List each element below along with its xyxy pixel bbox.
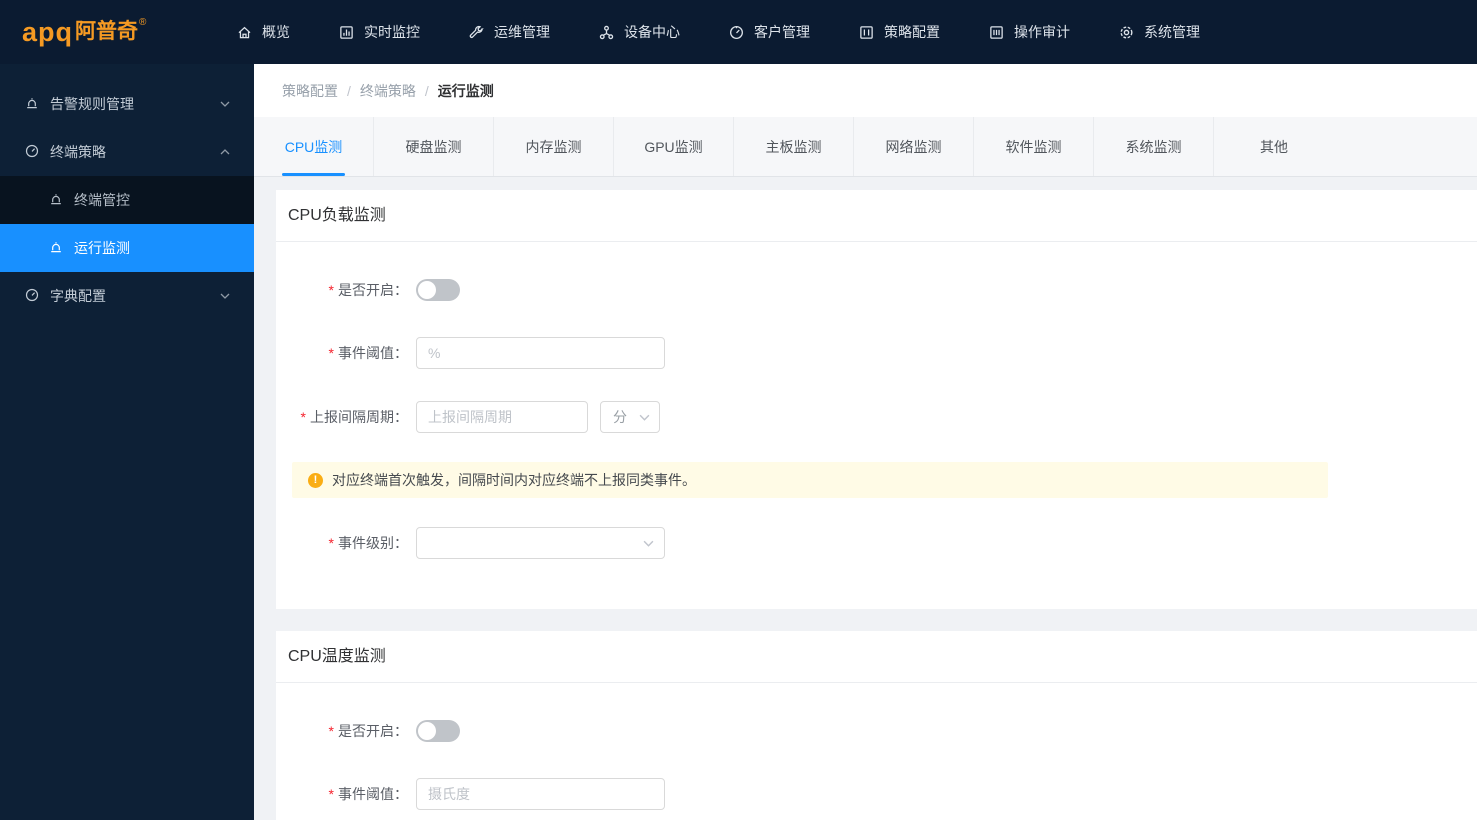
threshold-label: * 事件阈值： <box>328 345 408 361</box>
gauge-icon <box>24 143 40 162</box>
required-mark: * <box>328 535 334 551</box>
tab-system[interactable]: 系统监测 <box>1094 117 1214 176</box>
sidebar-subitem-terminal-control[interactable]: 终端管控 <box>0 176 254 224</box>
gear-icon <box>1118 24 1135 41</box>
chevron-up-icon <box>220 149 230 155</box>
alarm-icon <box>48 191 64 210</box>
breadcrumb-link-terminal-policy[interactable]: 终端策略 <box>360 81 416 101</box>
tab-disk[interactable]: 硬盘监测 <box>374 117 494 176</box>
cpu-temp-monitor-card: CPU温度监测 * 是否开启： * 事件阈值： <box>276 631 1477 820</box>
switch-knob <box>418 722 436 740</box>
sidebar-item-label: 终端策略 <box>50 144 106 160</box>
sitemap-icon <box>598 24 615 41</box>
nav-label: 运维管理 <box>494 24 550 40</box>
wrench-icon <box>468 24 485 41</box>
nav-label: 实时监控 <box>364 24 420 40</box>
realtime-monitor-icon <box>338 24 355 41</box>
breadcrumb-separator: / <box>424 82 429 99</box>
tab-memory[interactable]: 内存监测 <box>494 117 614 176</box>
nav-label: 系统管理 <box>1144 24 1200 40</box>
sidebar-submenu: 终端管控 运行监测 <box>0 176 254 272</box>
registered-mark: ® <box>139 17 147 28</box>
nav-realtime-monitor[interactable]: 实时监控 <box>314 0 444 64</box>
cpu-load-monitor-card: CPU负载监测 *是否开启： *事件阈值： *上报间隔周期： 分 <box>276 190 1477 609</box>
nav-ops-management[interactable]: 运维管理 <box>444 0 574 64</box>
threshold-label: * 事件阈值： <box>328 786 408 802</box>
alert-text: 对应终端首次触发，间隔时间内对应终端不上报同类事件。 <box>332 472 696 488</box>
required-mark: * <box>328 786 334 802</box>
gauge-icon <box>24 287 40 306</box>
enable-label: * 是否开启： <box>328 723 408 739</box>
section-title: CPU温度监测 <box>276 631 1477 683</box>
sidebar-subitem-runtime-monitor[interactable]: 运行监测 <box>0 224 254 272</box>
tab-mainboard[interactable]: 主板监测 <box>734 117 854 176</box>
top-menu: 概览 实时监控 运维管理 设备中心 客户管理 策略配置 操作审计 系统管理 <box>212 0 1224 64</box>
tab-software[interactable]: 软件监测 <box>974 117 1094 176</box>
sidebar: 告警规则管理 终端策略 终端管控 运行监测 字典配置 <box>0 64 254 820</box>
enable-label: * 是否开启： <box>328 282 408 298</box>
sidebar-item-label: 字典配置 <box>50 288 106 304</box>
cpu-load-enable-switch[interactable] <box>416 279 460 301</box>
main-content: 策略配置 / 终端策略 / 运行监测 CPU监测 硬盘监测 内存监测 GPU监测… <box>254 0 1477 820</box>
required-mark: * <box>328 345 334 361</box>
switch-knob <box>418 281 436 299</box>
cpu-load-interval-input[interactable] <box>416 401 588 433</box>
nav-label: 设备中心 <box>624 24 680 40</box>
chevron-down-icon <box>220 293 230 299</box>
nav-policy-config[interactable]: 策略配置 <box>834 0 964 64</box>
sidebar-item-dict-config[interactable]: 字典配置 <box>0 272 254 320</box>
brand-logo-text: apq <box>22 17 74 47</box>
tab-network[interactable]: 网络监测 <box>854 117 974 176</box>
required-mark: * <box>328 723 334 739</box>
first-trigger-alert: ! 对应终端首次触发，间隔时间内对应终端不上报同类事件。 <box>292 462 1328 498</box>
sidebar-subitem-label: 运行监测 <box>74 240 130 256</box>
interval-label: * 上报间隔周期： <box>300 409 408 425</box>
required-mark: * <box>328 282 334 298</box>
cpu-load-threshold-input[interactable] <box>416 337 665 369</box>
brand-logo-cn: 阿普奇 <box>75 20 139 43</box>
breadcrumb-link-policy-config[interactable]: 策略配置 <box>282 81 338 101</box>
warning-info-icon: ! <box>308 472 323 488</box>
sidebar-item-alarm-rules[interactable]: 告警规则管理 <box>0 80 254 128</box>
nav-label: 客户管理 <box>754 24 810 40</box>
cpu-load-event-level-select[interactable] <box>416 527 665 559</box>
chevron-down-icon <box>643 540 654 547</box>
tab-other[interactable]: 其他 <box>1214 117 1334 176</box>
nav-label: 操作审计 <box>1014 24 1070 40</box>
sidebar-item-label: 告警规则管理 <box>50 96 134 112</box>
tab-cpu[interactable]: CPU监测 <box>254 117 374 176</box>
nav-label: 策略配置 <box>884 24 940 40</box>
breadcrumb-current: 运行监测 <box>437 82 494 99</box>
gauge-icon <box>728 24 745 41</box>
brand-logo: apq 阿普奇 ® <box>0 17 212 47</box>
audit-grid-icon <box>988 24 1005 41</box>
monitor-tabs: CPU监测 硬盘监测 内存监测 GPU监测 主板监测 网络监测 软件监测 系统监… <box>254 117 1477 177</box>
breadcrumb: 策略配置 / 终端策略 / 运行监测 <box>254 64 1477 117</box>
nav-system-management[interactable]: 系统管理 <box>1094 0 1224 64</box>
nav-operation-audit[interactable]: 操作审计 <box>964 0 1094 64</box>
home-icon <box>236 24 253 41</box>
policy-grid-icon <box>858 24 875 41</box>
nav-label: 概览 <box>262 24 290 40</box>
nav-overview[interactable]: 概览 <box>212 0 314 64</box>
alarm-icon <box>24 95 40 114</box>
event-level-label: * 事件级别： <box>328 535 408 551</box>
sidebar-subitem-label: 终端管控 <box>74 192 130 208</box>
sidebar-item-terminal-policy[interactable]: 终端策略 <box>0 128 254 176</box>
tab-gpu[interactable]: GPU监测 <box>614 117 734 176</box>
nav-device-center[interactable]: 设备中心 <box>574 0 704 64</box>
required-mark: * <box>300 409 306 425</box>
chevron-down-icon <box>220 101 230 107</box>
cpu-load-interval-unit-select[interactable]: 分 <box>600 401 660 433</box>
section-title: CPU负载监测 <box>276 190 1477 242</box>
top-navbar: apq 阿普奇 ® 概览 实时监控 运维管理 设备中心 客户管理 策略配置 操作… <box>0 0 1477 64</box>
cpu-temp-threshold-input[interactable] <box>416 778 665 810</box>
breadcrumb-separator: / <box>347 82 351 99</box>
alarm-icon <box>48 239 64 258</box>
chevron-down-icon <box>639 414 650 421</box>
nav-customer-management[interactable]: 客户管理 <box>704 0 834 64</box>
cpu-temp-enable-switch[interactable] <box>416 720 460 742</box>
unit-select-value: 分 <box>613 409 627 425</box>
